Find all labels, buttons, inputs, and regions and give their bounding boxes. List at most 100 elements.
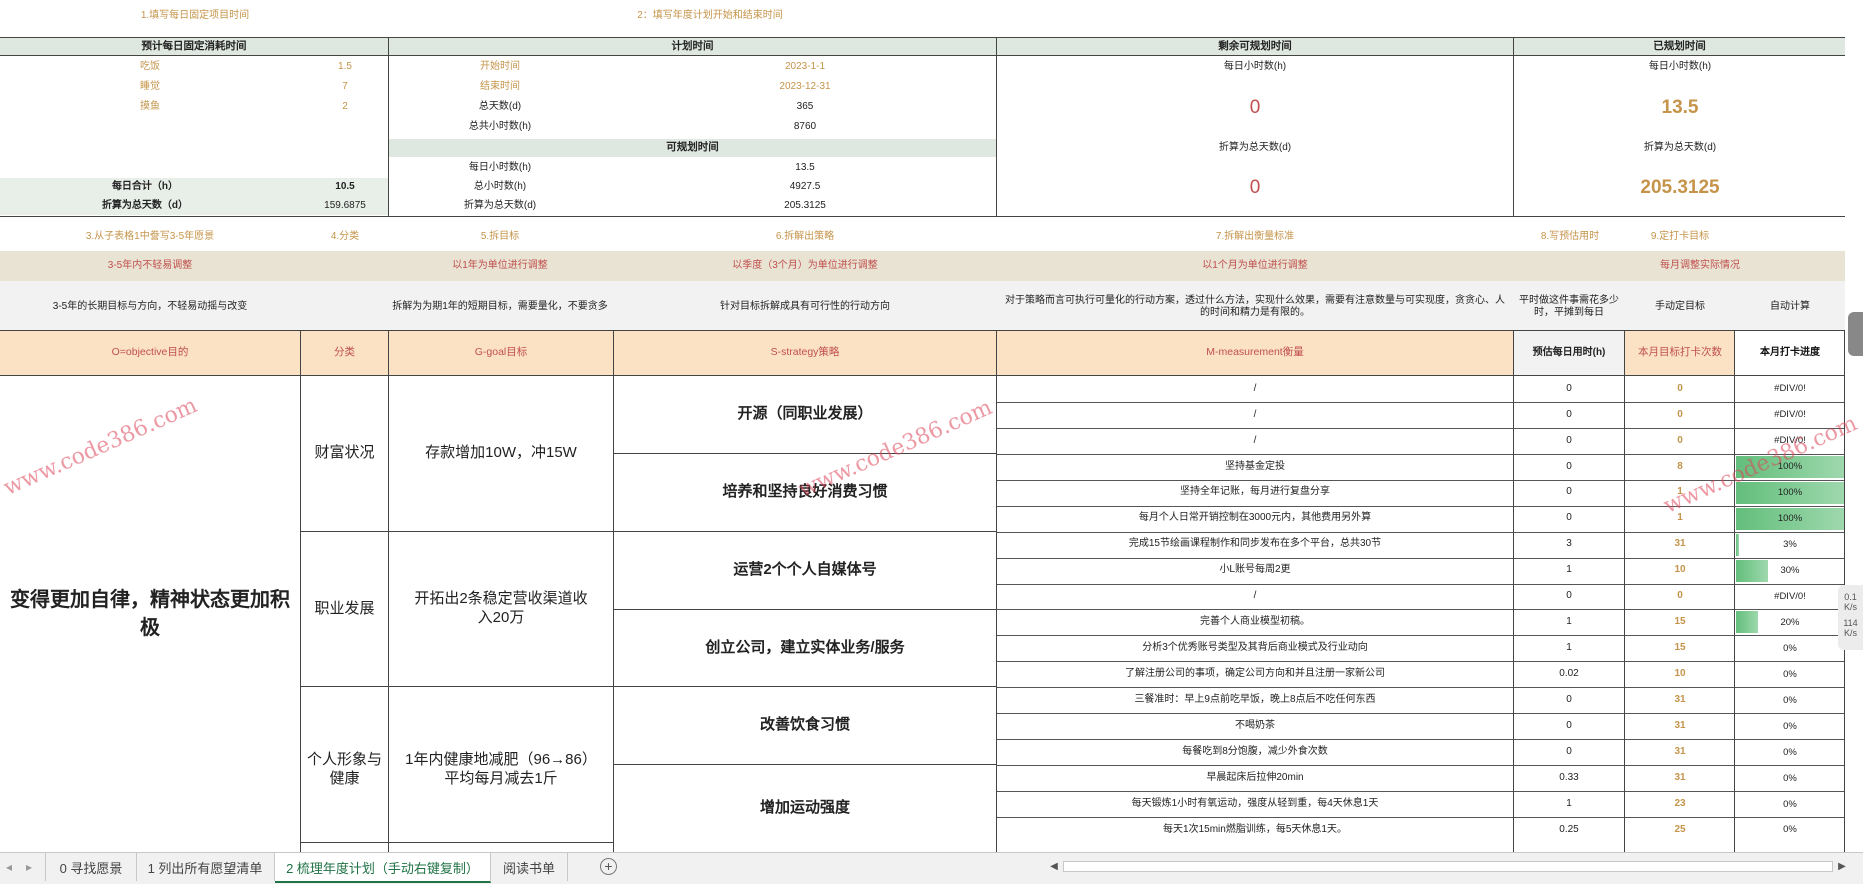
target-count[interactable]: 25 <box>1625 817 1735 843</box>
strategy-exercise[interactable]: 增加运动强度 <box>614 765 996 852</box>
progress-cell: 0% <box>1736 817 1844 843</box>
strategy-company[interactable]: 创立公司，建立实体业务/服务 <box>614 610 996 686</box>
plan-start-value[interactable]: 2023-1-1 <box>730 59 880 75</box>
tab-vision[interactable]: 0 寻找愿景 <box>45 853 137 881</box>
step-3: 3.从子表格1中誊写3-5年愿景 <box>85 230 215 242</box>
estimate-hours[interactable]: 0 <box>1514 713 1624 739</box>
target-count[interactable]: 0 <box>1625 376 1735 402</box>
fixed-item-value[interactable]: 7 <box>300 79 390 95</box>
fixed-item-name[interactable]: 摸鱼 <box>100 99 200 115</box>
strategy-media[interactable]: 运营2个个人自媒体号 <box>614 532 996 609</box>
category-wealth[interactable]: 财富状况 <box>301 375 388 531</box>
scroll-left-icon[interactable]: ◀ <box>1047 859 1061 875</box>
measurement-text[interactable]: 坚持全年记账，每月进行复盘分享 <box>997 480 1513 506</box>
estimate-hours[interactable]: 0.33 <box>1514 765 1624 791</box>
measurement-text[interactable]: 完善个人商业模型初稿。 <box>997 609 1513 635</box>
add-sheet-icon[interactable]: + <box>600 858 617 875</box>
desc-strategy: 针对目标拆解成具有可行性的行动方向 <box>720 300 890 312</box>
fixed-item-value[interactable]: 2 <box>300 99 390 115</box>
plannable-hours-label: 总小时数(h) <box>473 180 527 192</box>
measurement-text[interactable]: / <box>997 402 1513 428</box>
target-count[interactable]: 31 <box>1625 713 1735 739</box>
estimate-hours[interactable]: 1 <box>1514 609 1624 635</box>
strategy-diet[interactable]: 改善饮食习惯 <box>614 687 996 764</box>
estimate-hours[interactable]: 0.02 <box>1514 661 1624 687</box>
measurement-text[interactable]: 每月个人日常开销控制在3000元内，其他费用另外算 <box>997 506 1513 532</box>
estimate-hours[interactable]: 0.25 <box>1514 817 1624 843</box>
target-count[interactable]: 31 <box>1625 739 1735 765</box>
target-count[interactable]: 0 <box>1625 584 1735 610</box>
target-count[interactable]: 10 <box>1625 558 1735 584</box>
tab-reading-list[interactable]: 阅读书单 <box>491 853 568 881</box>
remaining-daily-value: 0 <box>1249 97 1261 119</box>
measurement-text[interactable]: / <box>997 428 1513 454</box>
category-career[interactable]: 职业发展 <box>301 532 388 686</box>
estimate-hours[interactable]: 1 <box>1514 791 1624 817</box>
target-count[interactable]: 0 <box>1625 428 1735 454</box>
estimate-hours[interactable]: 3 <box>1514 532 1624 558</box>
estimate-hours[interactable]: 1 <box>1514 635 1624 661</box>
measurement-text[interactable]: 每餐吃到8分饱腹，减少外食次数 <box>997 739 1513 765</box>
estimate-hours[interactable]: 0 <box>1514 376 1624 402</box>
horizontal-scrollbar[interactable] <box>1063 861 1833 872</box>
progress-cell: #DIV/0! <box>1736 376 1844 402</box>
measurement-text[interactable]: 不喝奶茶 <box>997 713 1513 739</box>
progress-value: 0% <box>1783 720 1797 732</box>
period-objective: 3-5年内不轻易调整 <box>107 259 193 271</box>
category-health[interactable]: 个人形象与健康 <box>301 687 388 852</box>
goal-career[interactable]: 开拓出2条稳定营收渠道收入20万 <box>389 532 613 686</box>
target-count[interactable]: 31 <box>1625 687 1735 713</box>
estimate-hours[interactable]: 1 <box>1514 558 1624 584</box>
col-category: 分类 <box>301 331 388 375</box>
estimate-hours[interactable]: 0 <box>1514 428 1624 454</box>
remaining-days-value: 0 <box>1249 177 1261 199</box>
tab-annual-plan[interactable]: 2 梳理年度计划（手动右键复制） <box>275 853 491 883</box>
side-scroll-handle[interactable] <box>1848 312 1863 356</box>
tab-wishlist[interactable]: 1 列出所有愿望清单 <box>136 853 275 881</box>
estimate-hours[interactable]: 0 <box>1514 480 1624 506</box>
fixed-item-value[interactable]: 1.5 <box>300 59 390 75</box>
planned-days-label: 折算为总天数(d) <box>1643 141 1717 153</box>
estimate-hours[interactable]: 0 <box>1514 584 1624 610</box>
target-count[interactable]: 10 <box>1625 661 1735 687</box>
estimate-hours[interactable]: 0 <box>1514 454 1624 480</box>
target-count[interactable]: 23 <box>1625 791 1735 817</box>
hint-plan-period: 2：填写年度计划开始和结束时间 <box>637 9 783 21</box>
goal-wealth[interactable]: 存款增加10W，冲15W <box>389 375 613 531</box>
plannable-days-label: 折算为总天数(d) <box>463 199 537 211</box>
estimate-hours[interactable]: 0 <box>1514 506 1624 532</box>
measurement-text[interactable]: 小L账号每周2更 <box>997 558 1513 584</box>
measurement-text[interactable]: 每天锻炼1小时有氧运动，强度从轻到重，每4天休息1天 <box>997 791 1513 817</box>
fixed-item-name[interactable]: 睡觉 <box>100 79 200 95</box>
measurement-text[interactable]: 坚持基金定投 <box>997 454 1513 480</box>
measurement-text[interactable]: / <box>997 584 1513 610</box>
plan-end-value[interactable]: 2023-12-31 <box>730 79 880 95</box>
step-5: 5.拆目标 <box>480 230 520 242</box>
measurement-text[interactable]: 完成15节绘画课程制作和同步发布在多个平台，总共30节 <box>997 532 1513 558</box>
goal-health[interactable]: 1年内健康地减肥（96→86）平均每月减去1斤 <box>389 687 613 852</box>
scroll-right-icon[interactable]: ▶ <box>1835 859 1849 875</box>
upload-speed-unit: K/s <box>1843 601 1857 612</box>
target-count[interactable]: 31 <box>1625 765 1735 791</box>
estimate-hours[interactable]: 0 <box>1514 402 1624 428</box>
measurement-text[interactable]: 了解注册公司的事项，确定公司方向和并且注册一家新公司 <box>997 661 1513 687</box>
sheet-tab-bar: ◂ ▸ 0 寻找愿景 1 列出所有愿望清单 2 梳理年度计划（手动右键复制） 阅… <box>0 852 1863 884</box>
estimate-hours[interactable]: 0 <box>1514 687 1624 713</box>
measurement-text[interactable]: 早晨起床后拉伸20min <box>997 765 1513 791</box>
measurement-text[interactable]: 每天1次15min燃脂训练，每5天休息1天。 <box>997 817 1513 843</box>
measurement-text[interactable]: 分析3个优秀账号类型及其背后商业模式及行业动向 <box>997 635 1513 661</box>
fixed-total-value: 10.5 <box>335 181 355 193</box>
first-sheet-icon[interactable]: ◂ <box>6 860 20 874</box>
measurement-text[interactable]: 三餐准时：早上9点前吃早饭，晚上8点后不吃任何东西 <box>997 687 1513 713</box>
col-goal: G-goal目标 <box>389 331 613 375</box>
target-count[interactable]: 0 <box>1625 402 1735 428</box>
header-planned-time: 已规划时间 <box>1514 38 1845 55</box>
objective-text[interactable]: 变得更加自律，精神状态更加积极 <box>0 375 300 852</box>
measurement-text[interactable]: / <box>997 376 1513 402</box>
fixed-item-name[interactable]: 吃饭 <box>100 59 200 75</box>
target-count[interactable]: 15 <box>1625 635 1735 661</box>
target-count[interactable]: 15 <box>1625 609 1735 635</box>
next-sheet-icon[interactable]: ▸ <box>26 860 40 874</box>
target-count[interactable]: 31 <box>1625 532 1735 558</box>
estimate-hours[interactable]: 0 <box>1514 739 1624 765</box>
